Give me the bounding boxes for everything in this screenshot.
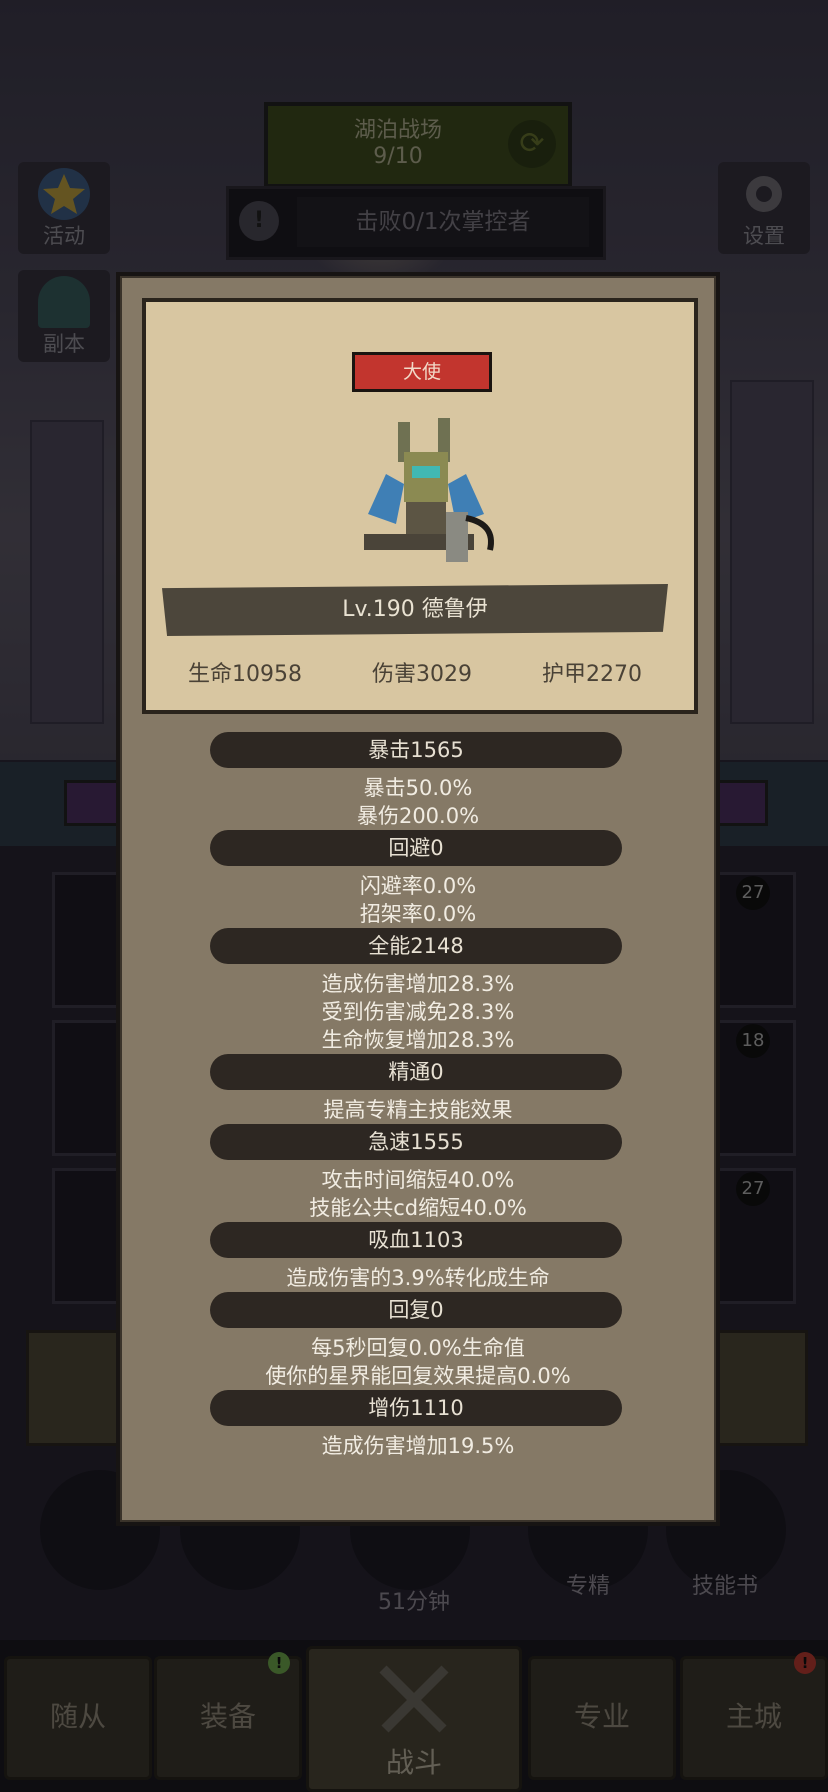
stat-header-regen: 回复0 xyxy=(210,1292,622,1328)
druid-character-icon xyxy=(364,418,494,562)
hero-card: 大使 Lv.190 德鲁伊 生命10958 伤害3029 护甲2270 xyxy=(142,298,698,714)
stat-line: 造成伤害的3.9%转化成生命 xyxy=(286,1266,550,1290)
stat-line: 受到伤害减免28.3% xyxy=(321,1000,515,1024)
stat-line: 攻击时间缩短40.0% xyxy=(321,1168,515,1192)
stat-header-crit: 暴击1565 xyxy=(210,732,622,768)
stat-line: 造成伤害增加19.5% xyxy=(321,1434,515,1458)
stat-header-versatility: 全能2148 xyxy=(210,928,622,964)
stat-header-leech: 吸血1103 xyxy=(210,1222,622,1258)
damage-stat: 伤害3029 xyxy=(372,662,472,687)
stat-header-haste: 急速1555 xyxy=(210,1124,622,1160)
rank-badge: 大使 xyxy=(352,352,492,392)
hp-stat: 生命10958 xyxy=(188,662,302,687)
stat-line: 造成伤害增加28.3% xyxy=(321,972,515,996)
level-name-bar: Lv.190 德鲁伊 xyxy=(162,584,668,636)
stat-header-mastery: 精通0 xyxy=(210,1054,622,1090)
stat-line: 招架率0.0% xyxy=(359,902,477,926)
stat-line: 暴伤200.0% xyxy=(356,804,480,828)
stat-header-dodge: 回避0 xyxy=(210,830,622,866)
stat-line: 技能公共cd缩短40.0% xyxy=(309,1196,527,1220)
stat-header-damage-boost: 增伤1110 xyxy=(210,1390,622,1426)
stat-line: 闪避率0.0% xyxy=(359,874,477,898)
stat-line: 提高专精主技能效果 xyxy=(323,1098,513,1122)
armor-stat: 护甲2270 xyxy=(542,662,642,687)
stat-line: 暴击50.0% xyxy=(363,776,473,800)
stat-line: 使你的星界能回复效果提高0.0% xyxy=(265,1364,571,1388)
stat-line: 生命恢复增加28.3% xyxy=(321,1028,515,1052)
stat-line: 每5秒回复0.0%生命值 xyxy=(311,1336,525,1360)
hero-stats-dialog: 大使 Lv.190 德鲁伊 生命10958 伤害3029 护甲2270 暴击15… xyxy=(116,272,720,1526)
